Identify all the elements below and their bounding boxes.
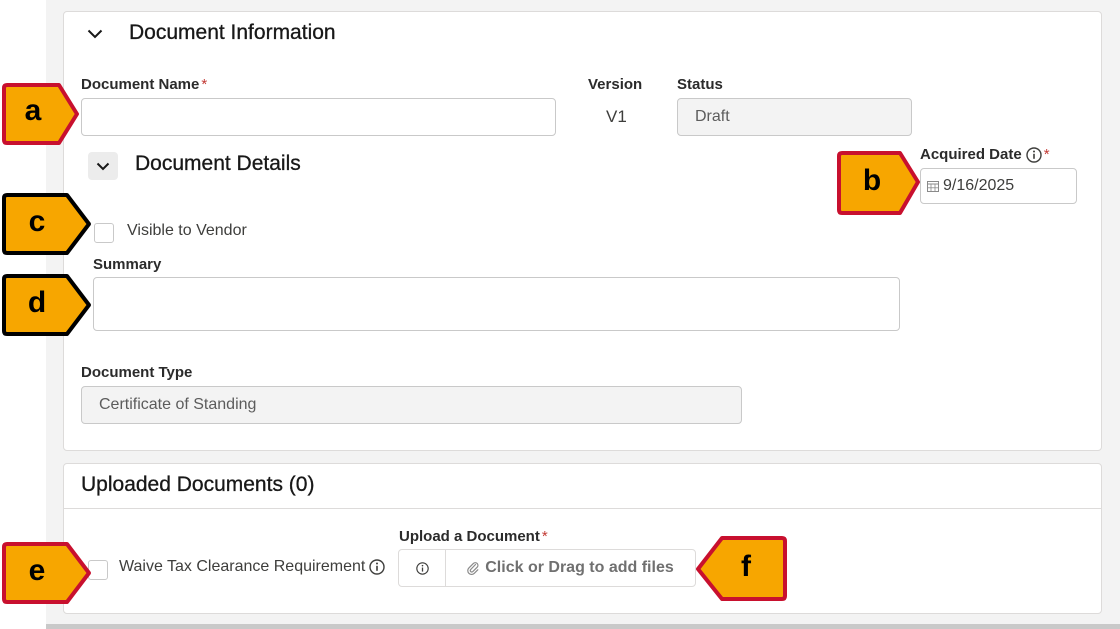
visible-to-vendor-checkbox[interactable]: [94, 223, 114, 243]
callout-b-letter: b: [862, 164, 882, 197]
summary-label: Summary: [93, 256, 162, 273]
info-icon: [415, 561, 429, 575]
document-type-value: Certificate of Standing: [99, 396, 257, 413]
dropzone-text: Click or Drag to add files: [485, 559, 674, 576]
required-mark: *: [201, 76, 208, 93]
upload-document-label-text: Upload a Document: [399, 528, 540, 545]
callout-b: b: [836, 150, 920, 215]
version-label: Version: [588, 76, 643, 93]
bottom-scrollbar[interactable]: [46, 624, 1120, 629]
visible-to-vendor-label: Visible to Vendor: [127, 222, 247, 239]
upload-info-button[interactable]: [398, 549, 446, 587]
waive-tax-label-text: Waive Tax Clearance Requirement: [119, 558, 366, 575]
callout-d: d: [1, 273, 91, 336]
document-name-label: Document Name *: [81, 76, 207, 93]
callout-f-letter: f: [741, 550, 751, 583]
uploaded-documents-title: Uploaded Documents (0): [81, 473, 315, 496]
info-icon[interactable]: [369, 559, 386, 575]
document-information-card: Document Information Document Name * Vers…: [63, 11, 1102, 451]
paperclip-icon: [467, 562, 479, 575]
page: Document Information Document Name * Vers…: [0, 0, 1120, 629]
document-name-input[interactable]: [81, 98, 556, 136]
calendar-icon: [927, 181, 939, 192]
chevron-down-icon: [96, 162, 110, 170]
chevron-down-icon: [87, 29, 103, 39]
status-value: Draft: [695, 108, 730, 125]
document-details-toggle[interactable]: [88, 152, 118, 180]
required-mark: *: [541, 528, 548, 545]
callout-f: f: [694, 535, 787, 601]
document-details-title: Document Details: [135, 152, 301, 175]
status-field: Draft: [677, 98, 912, 136]
document-name-label-text: Document Name: [81, 76, 200, 93]
summary-textarea[interactable]: [93, 277, 900, 331]
uploaded-documents-divider: [64, 508, 1101, 509]
document-information-toggle[interactable]: [81, 21, 109, 47]
callout-c-letter: c: [28, 205, 46, 238]
required-mark: *: [1043, 146, 1050, 163]
acquired-date-label-text: Acquired Date: [920, 146, 1022, 163]
info-icon[interactable]: [1026, 146, 1042, 163]
callout-a-letter: a: [24, 94, 42, 127]
acquired-date-value: 9/16/2025: [943, 177, 1015, 194]
document-information-title: Document Information: [129, 21, 336, 44]
document-type-label: Document Type: [81, 364, 193, 381]
uploaded-documents-card: Uploaded Documents (0) Waive Tax Clearan…: [63, 463, 1102, 614]
upload-dropzone[interactable]: Click or Drag to add files: [445, 549, 696, 587]
upload-document-label: Upload a Document *: [399, 528, 548, 545]
acquired-date-input[interactable]: 9/16/2025: [920, 168, 1077, 204]
waive-tax-label: Waive Tax Clearance Requirement: [119, 558, 386, 576]
document-type-field: Certificate of Standing: [81, 386, 742, 424]
version-value: V1: [606, 107, 627, 126]
callout-d-letter: d: [27, 286, 47, 319]
callout-c: c: [1, 192, 91, 255]
acquired-date-label: Acquired Date *: [920, 146, 1050, 163]
callout-a: a: [1, 82, 79, 145]
callout-e-letter: e: [28, 554, 46, 587]
callout-e: e: [1, 541, 91, 604]
status-label: Status: [677, 76, 723, 93]
